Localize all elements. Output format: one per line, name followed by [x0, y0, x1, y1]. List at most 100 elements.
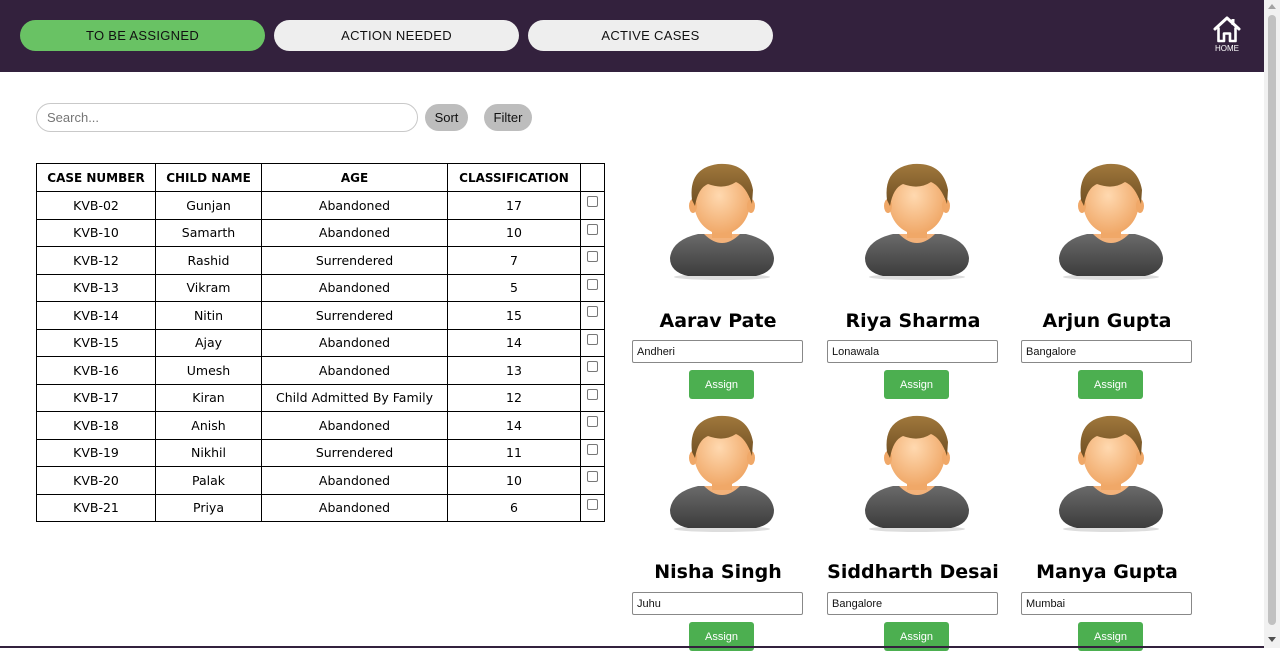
row-checkbox[interactable] [587, 471, 598, 482]
child-name-cell: Nitin [155, 301, 262, 330]
case-number-cell: KVB-21 [36, 493, 156, 522]
scrollbar-thumb[interactable] [1268, 15, 1276, 625]
row-checkbox[interactable] [587, 251, 598, 262]
row-checkbox[interactable] [587, 416, 598, 427]
case-number-cell: KVB-14 [36, 301, 156, 330]
age-cell: Abandoned [261, 218, 448, 247]
row-checkbox[interactable] [587, 196, 598, 207]
table-row: KVB-12 Rashid Surrendered 7 [36, 246, 605, 275]
location-input[interactable] [1021, 340, 1192, 363]
select-cell [580, 411, 605, 440]
classification-cell: 15 [447, 301, 581, 330]
age-cell: Abandoned [261, 493, 448, 522]
child-name-cell: Ajay [155, 328, 262, 357]
classification-cell: 11 [447, 438, 581, 467]
tab-to-be-assigned[interactable]: TO BE ASSIGNED [20, 20, 265, 51]
row-checkbox[interactable] [587, 223, 598, 235]
select-cell [580, 383, 605, 412]
age-cell: Surrendered [261, 246, 448, 275]
header-age: AGE [261, 163, 448, 192]
worker-name: Arjun Gupta [1042, 310, 1172, 332]
select-cell [580, 273, 605, 302]
assign-button[interactable]: Assign [689, 370, 754, 399]
tab-action-needed[interactable]: ACTION NEEDED [274, 20, 519, 51]
home-button[interactable]: HOME [1211, 16, 1243, 54]
age-cell: Abandoned [261, 273, 448, 302]
child-name-cell: Vikram [155, 273, 262, 302]
avatar-icon [668, 412, 776, 532]
row-checkbox[interactable] [587, 306, 598, 317]
case-number-cell: KVB-16 [36, 356, 156, 385]
avatar-icon [668, 160, 776, 280]
home-icon [1213, 16, 1241, 43]
age-cell: Abandoned [261, 411, 448, 440]
age-cell: Child Admitted By Family [261, 383, 448, 412]
worker-name: Nisha Singh [654, 561, 782, 583]
search-input[interactable] [36, 103, 418, 132]
row-checkbox[interactable] [587, 333, 598, 345]
table-row: KVB-21 Priya Abandoned 6 [36, 493, 605, 522]
top-nav-bar: TO BE ASSIGNED ACTION NEEDED ACTIVE CASE… [0, 0, 1264, 72]
table-row: KVB-14 Nitin Surrendered 15 [36, 301, 605, 330]
cases-table: CASE NUMBER CHILD NAME AGE CLASSIFICATIO… [36, 163, 605, 522]
worker-name: Aarav Pate [659, 310, 777, 332]
tab-active-cases[interactable]: ACTIVE CASES [528, 20, 773, 51]
avatar-icon [1057, 160, 1165, 280]
child-name-cell: Umesh [155, 356, 262, 385]
table-row: KVB-13 Vikram Abandoned 5 [36, 273, 605, 302]
classification-cell: 6 [447, 493, 581, 522]
case-number-cell: KVB-19 [36, 438, 156, 467]
classification-cell: 13 [447, 356, 581, 385]
table-row: KVB-02 Gunjan Abandoned 17 [36, 191, 605, 220]
select-cell [580, 246, 605, 275]
location-input[interactable] [827, 340, 998, 363]
case-number-cell: KVB-18 [36, 411, 156, 440]
classification-cell: 10 [447, 218, 581, 247]
child-name-cell: Anish [155, 411, 262, 440]
age-cell: Surrendered [261, 438, 448, 467]
header-case-number: CASE NUMBER [36, 163, 156, 192]
age-cell: Abandoned [261, 191, 448, 220]
child-name-cell: Nikhil [155, 438, 262, 467]
classification-cell: 12 [447, 383, 581, 412]
age-cell: Abandoned [261, 328, 448, 357]
filter-button[interactable]: Filter [484, 104, 532, 131]
table-row: KVB-16 Umesh Abandoned 13 [36, 356, 605, 385]
location-input[interactable] [632, 592, 803, 615]
assign-button[interactable]: Assign [1078, 370, 1143, 399]
child-name-cell: Kiran [155, 383, 262, 412]
location-input[interactable] [827, 592, 998, 615]
scroll-down-icon[interactable] [1268, 637, 1276, 642]
table-row: KVB-20 Palak Abandoned 10 [36, 466, 605, 495]
avatar-icon [863, 160, 971, 280]
case-number-cell: KVB-02 [36, 191, 156, 220]
row-checkbox[interactable] [587, 498, 598, 510]
avatar-icon [1057, 412, 1165, 532]
case-number-cell: KVB-12 [36, 246, 156, 275]
row-checkbox[interactable] [587, 443, 598, 455]
header-classification: CLASSIFICATION [447, 163, 581, 192]
location-input[interactable] [1021, 592, 1192, 615]
age-cell: Surrendered [261, 301, 448, 330]
worker-name: Manya Gupta [1036, 561, 1178, 583]
row-checkbox[interactable] [587, 361, 598, 372]
select-cell [580, 438, 605, 467]
child-name-cell: Samarth [155, 218, 262, 247]
scroll-up-icon[interactable] [1268, 4, 1276, 9]
assign-button[interactable]: Assign [884, 370, 949, 399]
child-name-cell: Priya [155, 493, 262, 522]
table-row: KVB-19 Nikhil Surrendered 11 [36, 438, 605, 467]
child-name-cell: Gunjan [155, 191, 262, 220]
sort-button[interactable]: Sort [425, 104, 468, 131]
child-name-cell: Palak [155, 466, 262, 495]
select-cell [580, 191, 605, 220]
location-input[interactable] [632, 340, 803, 363]
row-checkbox[interactable] [587, 388, 598, 400]
table-row: KVB-17 Kiran Child Admitted By Family 12 [36, 383, 605, 412]
case-number-cell: KVB-20 [36, 466, 156, 495]
age-cell: Abandoned [261, 356, 448, 385]
age-cell: Abandoned [261, 466, 448, 495]
avatar-icon [863, 412, 971, 532]
page-scrollbar[interactable] [1264, 0, 1280, 648]
row-checkbox[interactable] [587, 278, 598, 290]
